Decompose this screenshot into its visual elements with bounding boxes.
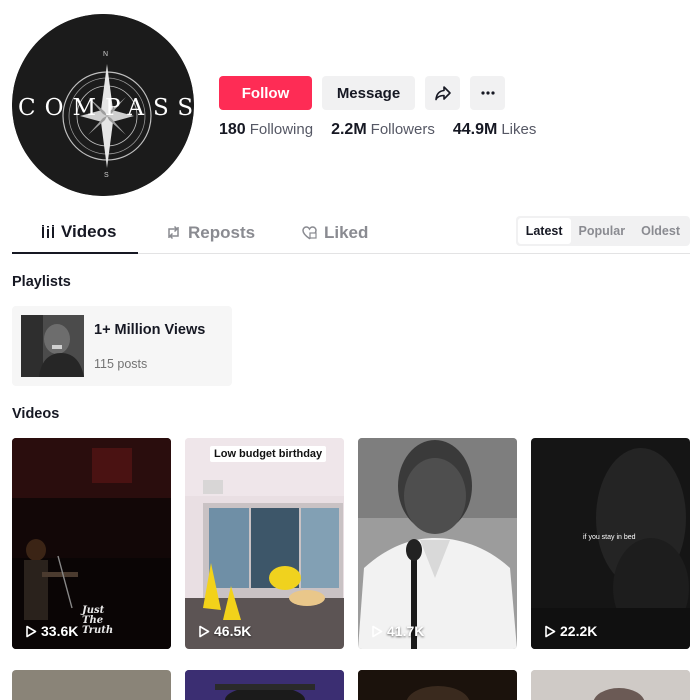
video-overlay-text: if you stay in bed — [583, 534, 636, 541]
sort-toggle: Latest Popular Oldest — [515, 216, 690, 246]
tab-reposts[interactable]: Reposts — [166, 212, 255, 253]
video-card[interactable] — [185, 670, 344, 700]
sort-latest[interactable]: Latest — [517, 218, 571, 244]
play-icon — [545, 625, 556, 637]
profile-stats: 180 Following 2.2M Followers 44.9M Likes — [219, 121, 536, 139]
likes-count: 44.9M — [452, 121, 498, 138]
following-label: Following — [249, 121, 314, 138]
repost-icon — [168, 225, 179, 240]
video-view-count: 41.7K — [371, 623, 424, 639]
tab-videos[interactable]: Videos — [12, 212, 138, 254]
following-count: 180 — [219, 121, 246, 138]
playlist-post-count: 115 posts — [94, 357, 148, 371]
playlists-heading: Playlists — [12, 274, 71, 290]
profile-avatar[interactable]: COMPASS N S — [12, 14, 194, 196]
message-button[interactable]: Message — [322, 76, 415, 110]
sort-oldest[interactable]: Oldest — [633, 218, 688, 244]
video-view-count: 22.2K — [544, 623, 597, 639]
share-icon — [434, 86, 451, 101]
tab-liked-label: Liked — [324, 222, 369, 242]
video-view-count: 33.6K — [25, 623, 78, 639]
play-icon — [199, 625, 210, 637]
share-button[interactable] — [425, 76, 460, 110]
sort-popular[interactable]: Popular — [571, 218, 634, 244]
video-card[interactable]: if you stay in bed 22.2K — [531, 438, 690, 649]
more-button[interactable] — [470, 76, 505, 110]
tab-videos-label: Videos — [61, 222, 117, 241]
video-card[interactable] — [358, 670, 517, 700]
video-watermark: Just The Truth — [82, 605, 114, 636]
video-card[interactable] — [12, 670, 171, 700]
logo-text: COMPASS — [18, 95, 194, 121]
profile-tabs: Videos Reposts Liked Latest Popular Olde… — [12, 212, 690, 254]
likes-label: Likes — [501, 121, 537, 138]
video-view-count: 46.5K — [198, 623, 251, 639]
stat-followers[interactable]: 2.2M Followers — [331, 121, 435, 139]
playlist-thumbnail — [21, 315, 84, 377]
playlist-card[interactable]: 1+ Million Views 115 posts — [12, 306, 232, 386]
video-card[interactable] — [531, 670, 690, 700]
follow-button[interactable]: Follow — [219, 76, 312, 110]
liked-heart-icon — [302, 225, 317, 239]
profile-actions: Follow Message — [219, 76, 505, 110]
more-icon — [480, 91, 495, 95]
play-icon — [372, 625, 383, 637]
followers-label: Followers — [370, 121, 435, 138]
play-icon — [26, 625, 37, 637]
compass-n-label: N — [103, 51, 109, 58]
video-card[interactable]: 41.7K — [358, 438, 517, 649]
tab-reposts-label: Reposts — [188, 222, 256, 242]
videos-heading: Videos — [12, 406, 60, 422]
followers-count: 2.2M — [331, 121, 367, 138]
playlist-title: 1+ Million Views — [94, 322, 206, 338]
video-card[interactable]: Just The Truth 33.6K — [12, 438, 171, 649]
compass-s-label: S — [104, 172, 109, 179]
grid-icon — [42, 225, 54, 238]
video-caption: Low budget birthday — [210, 446, 327, 462]
stat-likes: 44.9M Likes — [453, 121, 537, 139]
video-card[interactable]: Low budget birthday 46.5K — [185, 438, 344, 649]
stat-following[interactable]: 180 Following — [219, 121, 313, 139]
tab-liked[interactable]: Liked — [302, 212, 368, 253]
